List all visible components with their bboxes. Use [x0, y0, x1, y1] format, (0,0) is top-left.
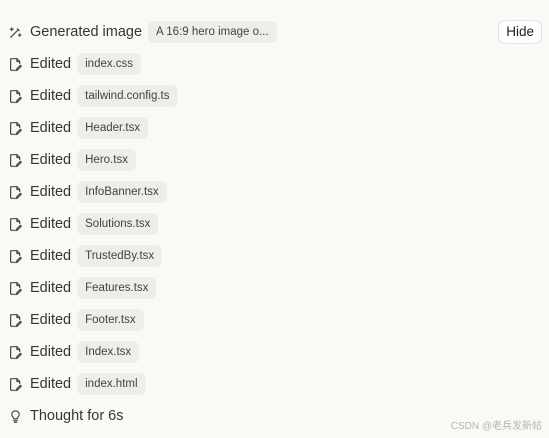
file-chip[interactable]: Index.tsx	[77, 341, 140, 363]
file-chip[interactable]: Solutions.tsx	[77, 213, 159, 235]
file-chip[interactable]: Footer.tsx	[77, 309, 144, 331]
edited-file-row: Edited Index.tsx	[7, 336, 542, 368]
file-edit-icon	[7, 88, 23, 104]
file-chip[interactable]: Header.tsx	[77, 117, 149, 139]
edited-file-row: Edited index.html	[7, 368, 542, 400]
generated-image-label: Generated image	[30, 24, 143, 40]
file-chip[interactable]: index.css	[77, 53, 142, 75]
file-chip[interactable]: InfoBanner.tsx	[77, 181, 167, 203]
file-edit-icon	[7, 184, 23, 200]
file-chip[interactable]: TrustedBy.tsx	[77, 245, 163, 267]
edited-label: Edited	[30, 88, 72, 104]
edited-file-row: Edited tailwind.config.ts	[7, 80, 542, 112]
watermark: CSDN @老兵发新帖	[450, 421, 542, 432]
edited-file-row: Edited Features.tsx	[7, 272, 542, 304]
file-chip[interactable]: Hero.tsx	[77, 149, 136, 171]
file-chip[interactable]: tailwind.config.ts	[77, 85, 178, 107]
file-edit-icon	[7, 216, 23, 232]
edited-file-row: Edited TrustedBy.tsx	[7, 240, 542, 272]
hide-button[interactable]: Hide	[498, 20, 542, 44]
file-edit-icon	[7, 312, 23, 328]
edited-label: Edited	[30, 152, 72, 168]
edited-label: Edited	[30, 248, 72, 264]
edited-label: Edited	[30, 344, 72, 360]
file-edit-icon	[7, 120, 23, 136]
file-edit-icon	[7, 56, 23, 72]
edited-file-row: Edited index.css	[7, 48, 542, 80]
edited-label: Edited	[30, 280, 72, 296]
thought-label: Thought for 6s	[30, 408, 124, 424]
generated-image-row: Generated image A 16:9 hero image o... H…	[7, 16, 542, 48]
edited-file-row: Edited InfoBanner.tsx	[7, 176, 542, 208]
edited-label: Edited	[30, 184, 72, 200]
edited-label: Edited	[30, 120, 72, 136]
generated-image-prompt-chip[interactable]: A 16:9 hero image o...	[148, 21, 277, 43]
file-edit-icon	[7, 152, 23, 168]
edited-label: Edited	[30, 56, 72, 72]
edited-label: Edited	[30, 216, 72, 232]
edited-file-row: Edited Footer.tsx	[7, 304, 542, 336]
file-edit-icon	[7, 248, 23, 264]
wand-icon	[7, 24, 23, 40]
edited-file-row: Edited Hero.tsx	[7, 144, 542, 176]
file-chip[interactable]: Features.tsx	[77, 277, 157, 299]
file-edit-icon	[7, 280, 23, 296]
file-edit-icon	[7, 376, 23, 392]
edited-label: Edited	[30, 312, 72, 328]
edited-files-list: Edited index.css Edited tailwind.config.ts E…	[7, 48, 542, 400]
file-chip[interactable]: index.html	[77, 373, 146, 395]
edited-file-row: Edited Solutions.tsx	[7, 208, 542, 240]
edited-label: Edited	[30, 376, 72, 392]
activity-log: Generated image A 16:9 hero image o... H…	[7, 16, 542, 432]
lightbulb-icon	[7, 408, 23, 424]
file-edit-icon	[7, 344, 23, 360]
edited-file-row: Edited Header.tsx	[7, 112, 542, 144]
